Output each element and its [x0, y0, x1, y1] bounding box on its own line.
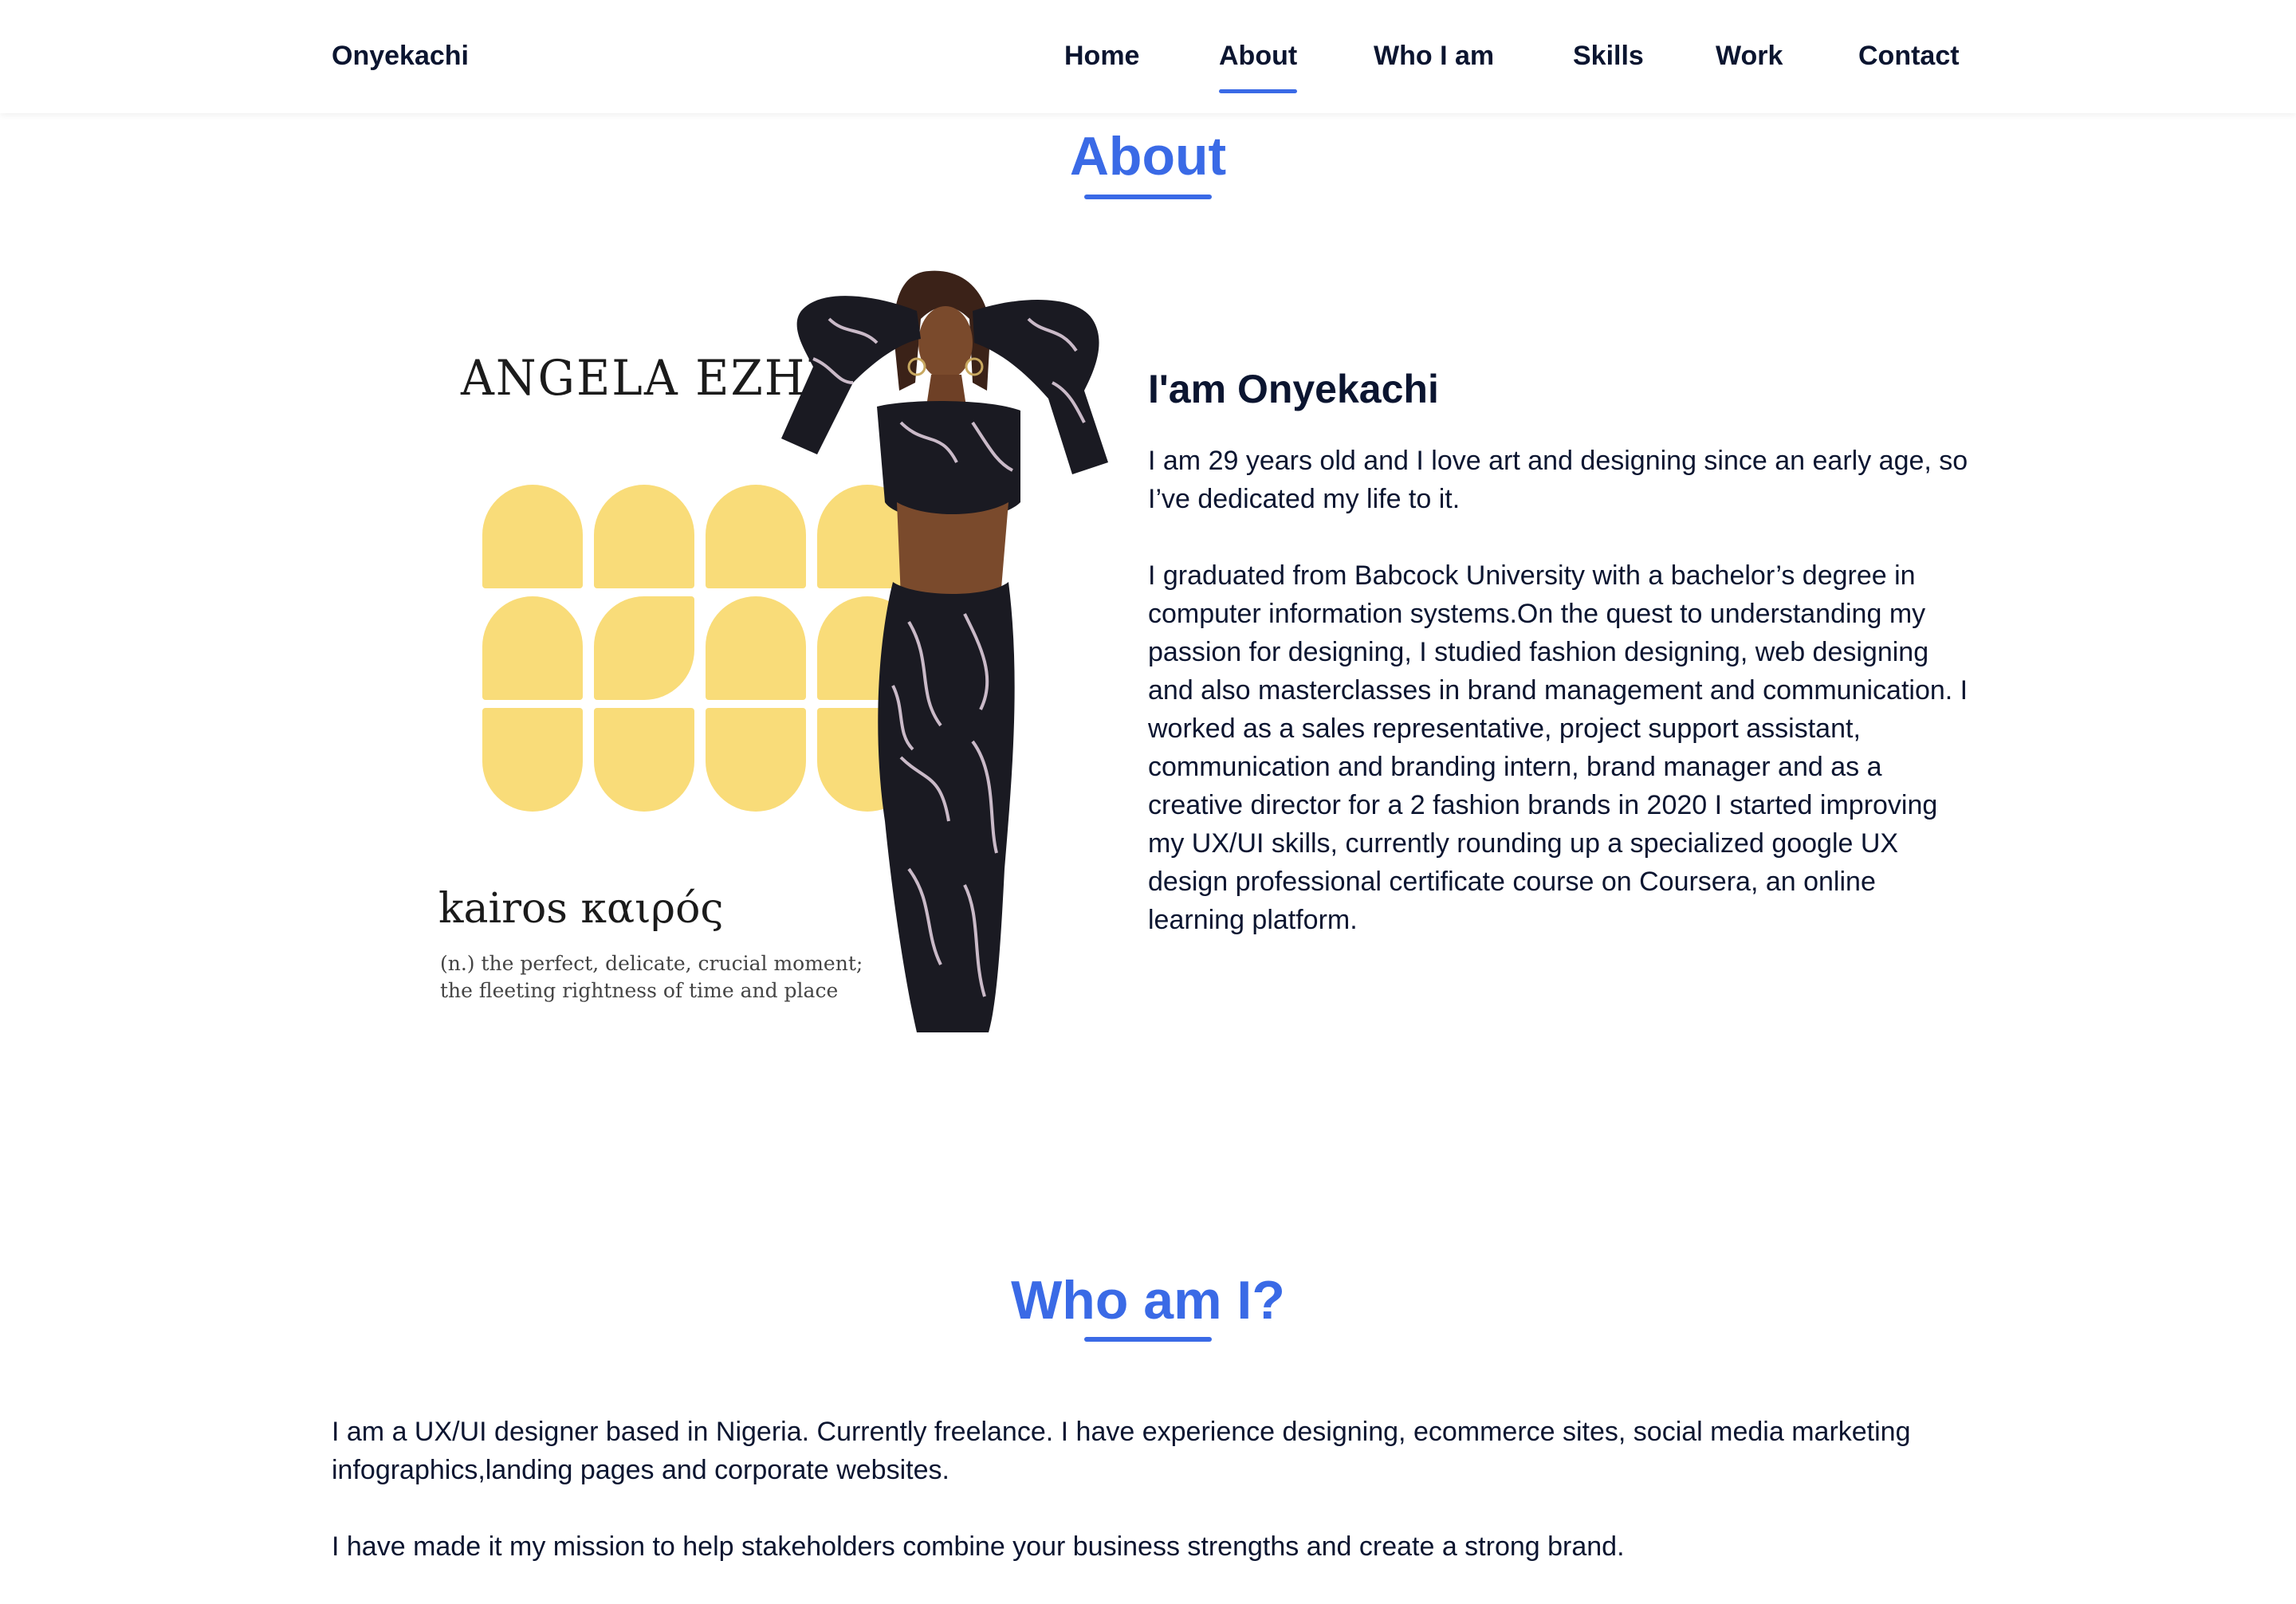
- pattern-tile: [482, 596, 583, 700]
- top-navbar: Onyekachi Home About Who I am Skills Wor…: [0, 0, 2296, 113]
- kairos-word: kairos καιρός: [438, 885, 724, 933]
- nav-skills[interactable]: Skills: [1573, 38, 1644, 73]
- who-section-title: Who am I?: [1011, 1270, 1285, 1331]
- nav-who-i-am[interactable]: Who I am: [1374, 38, 1494, 73]
- nav-contact[interactable]: Contact: [1858, 38, 1960, 73]
- about-title-underline: [1084, 195, 1212, 199]
- who-title-underline: [1084, 1337, 1212, 1342]
- pattern-tile: [594, 485, 694, 588]
- pattern-tile: [482, 708, 583, 812]
- definition-line: (n.) the perfect, delicate, crucial mome…: [440, 952, 863, 975]
- about-paragraph: I graduated from Babcock University with…: [1148, 560, 1968, 935]
- pattern-tile: [594, 596, 694, 700]
- definition-line: the fleeting rightness of time and place: [440, 979, 839, 1002]
- who-paragraph: I am a UX/UI designer based in Nigeria. …: [332, 1417, 1911, 1485]
- about-text: I am 29 years old and I love art and des…: [1148, 442, 1977, 977]
- about-section-title: About: [1069, 126, 1227, 187]
- kairos-definition: (n.) the perfect, delicate, crucial mome…: [440, 950, 887, 1004]
- who-paragraph: I have made it my mission to help stakeh…: [332, 1531, 1625, 1562]
- nav-work[interactable]: Work: [1716, 38, 1783, 73]
- profile-image: ANGELA EZHE kairos καιρός (n.) the perfe…: [423, 263, 1108, 1036]
- nav-about[interactable]: About: [1219, 38, 1298, 93]
- about-paragraph: I am 29 years old and I love art and des…: [1148, 446, 1968, 514]
- main-nav: Home About Who I am Skills Work Contact: [0, 38, 2296, 102]
- who-text: I am a UX/UI designer based in Nigeria. …: [332, 1413, 1974, 1604]
- nav-home[interactable]: Home: [1064, 38, 1139, 73]
- portrait-figure: [781, 270, 1108, 1032]
- pattern-tile: [482, 485, 583, 588]
- pattern-tile: [594, 708, 694, 812]
- about-heading: I'am Onyekachi: [1148, 367, 1439, 411]
